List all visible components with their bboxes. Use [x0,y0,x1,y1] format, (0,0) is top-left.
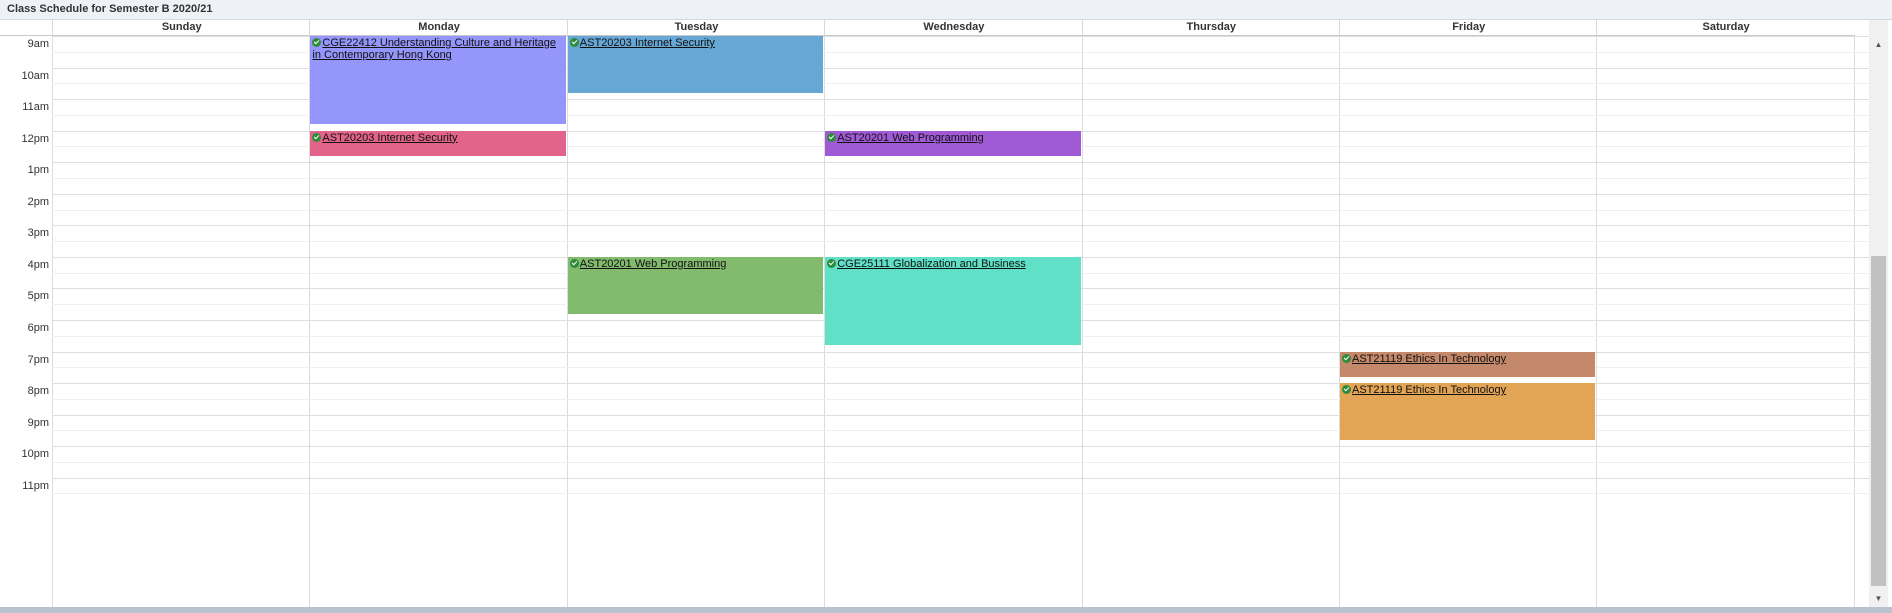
day-column-divider [1596,36,1598,607]
day-column-divider [1081,36,1083,607]
hour-gridline [52,477,1869,479]
time-label: 3pm [27,227,49,240]
check-circle-icon [569,38,579,47]
calendar-week-view: Sunday Monday Tuesday Wednesday Thursday Frid… [0,20,1869,607]
hour-gridline [52,162,1869,164]
time-label: 4pm [27,258,49,271]
time-label: 1pm [27,164,49,177]
scroll-up-arrow-icon[interactable]: ▲ [1869,36,1888,53]
schedule-event[interactable]: CGE25111 Globalization and Business [825,256,1081,346]
day-header-wednesday: Wednesday [824,20,1083,36]
check-circle-icon [827,258,837,268]
day-column-divider [52,36,53,607]
title-bar: Class Schedule for Semester B 2020/21 [0,0,1892,20]
day-column-divider [566,36,568,607]
schedule-event[interactable]: AST21119 Ethics In Technology [1340,351,1596,377]
time-label: 6pm [27,321,49,334]
day-column-divider [1853,36,1855,607]
half-hour-gridline [52,367,1869,369]
day-header-tuesday: Tuesday [566,20,826,36]
event-link[interactable]: AST21119 Ethics In Technology [1352,384,1506,396]
time-label: 2pm [27,195,49,208]
time-column-header [0,20,52,36]
half-hour-gridline [52,177,1869,179]
page-title: Class Schedule for Semester B 2020/21 [7,3,213,15]
check-circle-icon [312,132,322,142]
hour-gridline [52,193,1869,195]
time-label: 12pm [21,132,49,145]
event-link[interactable]: AST20201 Web Programming [580,258,727,270]
half-hour-gridline [52,241,1869,243]
day-header-sunday: Sunday [52,20,311,36]
check-circle-icon [1342,385,1351,395]
time-label: 9pm [27,416,49,429]
check-circle-icon [1342,353,1351,363]
time-label: 10pm [21,448,49,461]
event-link[interactable]: AST20203 Internet Security [322,132,457,144]
schedule-event[interactable]: AST20201 Web Programming [567,256,824,314]
half-hour-gridline [52,398,1869,400]
schedule-event[interactable]: AST20201 Web Programming [825,130,1081,156]
check-circle-icon [312,38,322,47]
time-label: 11am [22,101,49,114]
time-label: 7pm [27,353,49,366]
hour-gridline [52,351,1869,353]
event-link[interactable]: AST21119 Ethics In Technology [1352,353,1506,365]
time-label: 8pm [27,385,49,398]
time-label: 9am [27,38,49,50]
day-column-divider [1339,36,1340,607]
check-circle-icon [827,132,837,142]
half-hour-gridline [52,461,1869,463]
schedule-event[interactable]: AST20203 Internet Security [310,130,566,156]
day-header-saturday: Saturday [1596,20,1855,36]
hour-gridline [52,446,1869,448]
day-header-monday: Monday [309,20,568,36]
hour-gridline [52,225,1869,227]
schedule-event[interactable]: AST20203 Internet Security [567,36,824,93]
hour-gridline [52,383,1869,385]
half-hour-gridline [52,493,1869,495]
half-hour-gridline [52,209,1869,211]
event-link[interactable]: CGE22412 Understanding Culture and Herit… [312,37,556,61]
event-link[interactable]: AST20201 Web Programming [837,132,984,144]
vertical-scrollbar[interactable]: ▲ ▼ [1869,20,1888,607]
time-label: 5pm [27,290,49,303]
day-header-thursday: Thursday [1081,20,1340,36]
event-link[interactable]: AST20203 Internet Security [580,37,715,49]
half-hour-gridline [52,430,1869,432]
check-circle-icon [569,258,579,268]
schedule-event[interactable]: CGE22412 Understanding Culture and Herit… [310,36,566,125]
hour-gridline [52,414,1869,416]
time-label: 10am [21,69,49,82]
bottom-border [0,607,1892,613]
schedule-event[interactable]: AST21119 Ethics In Technology [1340,383,1596,440]
scroll-thumb[interactable] [1871,256,1886,586]
day-header-friday: Friday [1339,20,1598,36]
scroll-down-arrow-icon[interactable]: ▼ [1869,590,1888,607]
event-link[interactable]: CGE25111 Globalization and Business [837,258,1026,270]
time-label: 11pm [22,479,49,492]
